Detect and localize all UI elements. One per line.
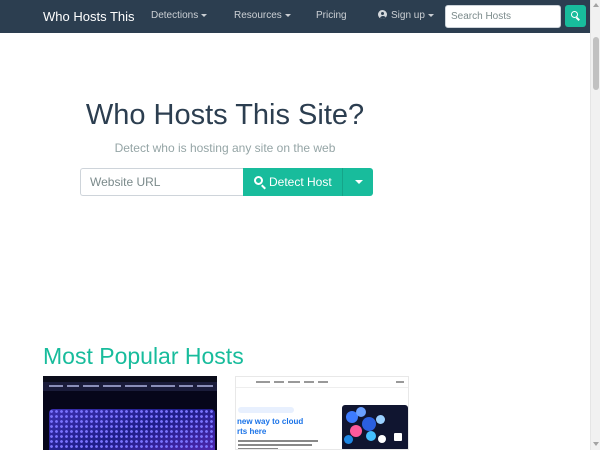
search-hosts-input[interactable] — [445, 5, 561, 28]
nav-pricing[interactable]: Pricing — [316, 10, 347, 21]
popular-hosts-heading: Most Popular Hosts — [43, 343, 244, 369]
scroll-up-arrow[interactable] — [593, 3, 599, 7]
thumbnail-headline: new way to cloud rts here — [237, 417, 304, 436]
host-card-thumbnail[interactable]: new way to cloud rts here — [235, 376, 409, 450]
user-icon — [378, 10, 387, 19]
thumbnail-text-line — [238, 444, 312, 446]
search-icon — [571, 11, 578, 18]
detect-options-dropdown[interactable] — [342, 168, 373, 196]
nav-signup[interactable]: Sign up — [378, 10, 434, 21]
chevron-down-icon — [284, 13, 291, 17]
nav-resources-label: Resources — [234, 10, 282, 21]
thumbnail-nav — [43, 382, 217, 391]
brand-logo[interactable]: Who Hosts This — [43, 9, 135, 24]
host-card-thumbnail[interactable] — [43, 376, 217, 450]
scroll-thumb[interactable] — [593, 37, 599, 90]
nav-signup-label: Sign up — [391, 10, 425, 21]
nav-detections[interactable]: Detections — [151, 10, 208, 21]
search-hosts-button[interactable] — [565, 5, 586, 27]
thumbnail-text-line — [238, 440, 318, 442]
search-icon — [254, 176, 263, 185]
detect-host-button[interactable]: Detect Host — [243, 168, 342, 196]
chevron-down-icon — [355, 180, 363, 184]
website-url-input[interactable] — [80, 168, 243, 196]
chevron-down-icon — [201, 13, 208, 17]
hero-subtitle: Detect who is hosting any site on the we… — [114, 141, 336, 155]
nav-resources[interactable]: Resources — [234, 10, 291, 21]
thumbnail-illustration — [342, 405, 408, 449]
thumbnail-pill — [238, 407, 294, 413]
hero-title: Who Hosts This Site? — [85, 99, 365, 131]
detect-host-label: Detect Host — [269, 175, 332, 189]
thumbnail-hero-image — [43, 391, 217, 450]
top-navbar: Who Hosts This Detections Resources Pric… — [0, 0, 590, 33]
scroll-down-arrow[interactable] — [593, 442, 599, 446]
page-scrollbar[interactable] — [590, 0, 600, 450]
chevron-down-icon — [427, 13, 434, 17]
nav-detections-label: Detections — [151, 10, 199, 21]
thumbnail-nav — [236, 377, 408, 388]
